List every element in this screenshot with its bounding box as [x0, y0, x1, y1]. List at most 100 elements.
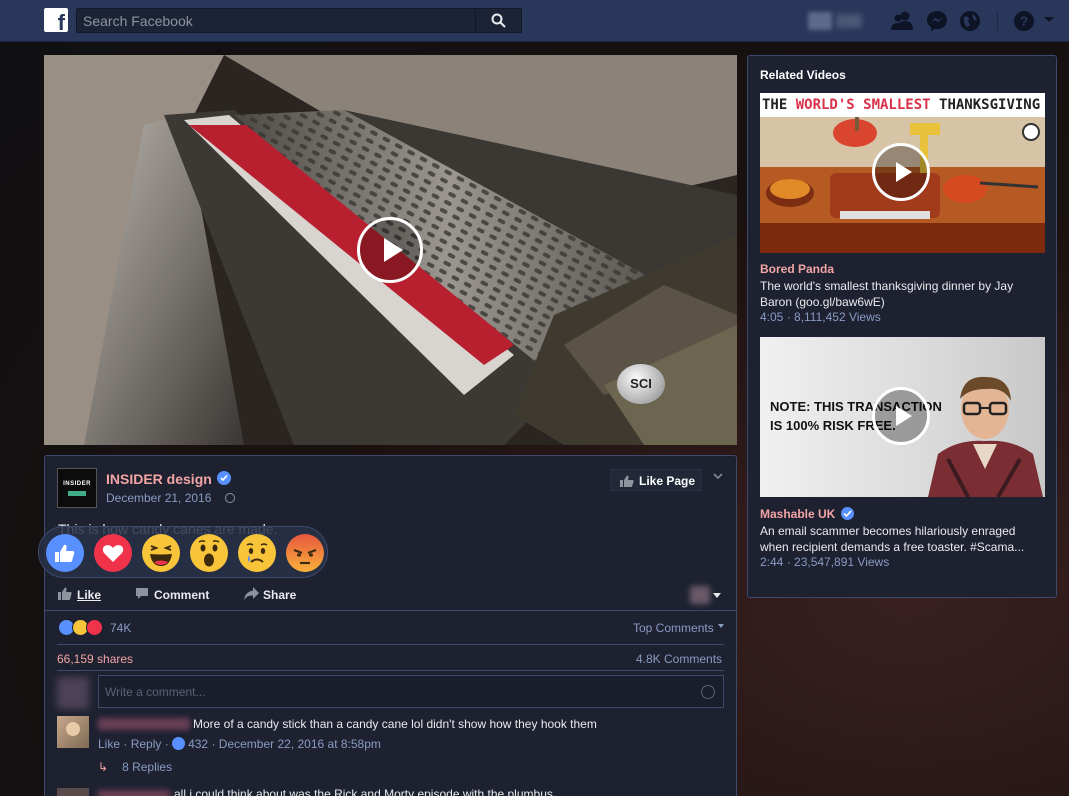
page-name-link[interactable]: INSIDER design [106, 471, 212, 487]
view-replies-link[interactable]: ↳ 8 Replies [98, 760, 172, 774]
help-icon: ? [1014, 11, 1034, 31]
avatar[interactable] [57, 788, 89, 796]
related-video-thumbnail[interactable]: NOTE: THIS TRANSACTION IS 100% RISK FREE… [760, 337, 1045, 497]
comment-like-count[interactable]: 432 [188, 737, 208, 751]
notifications-button[interactable] [959, 10, 981, 32]
play-icon [384, 238, 403, 262]
like-reaction-mini-icon [172, 737, 186, 750]
like-label: Like [77, 588, 102, 602]
avatar [808, 12, 832, 30]
dot-separator: · [164, 737, 173, 751]
replies-label: 8 Replies [122, 760, 173, 774]
post-options-chevron-icon[interactable] [713, 471, 723, 481]
reaction-angry-button[interactable] [285, 533, 325, 573]
share-icon [244, 587, 259, 600]
haha-reaction-icon [142, 534, 180, 572]
avatar [690, 586, 710, 604]
divider [997, 11, 998, 31]
top-comments-dropdown[interactable]: Top Comments [633, 621, 714, 635]
sad-reaction-icon [238, 534, 276, 572]
comments-count-link[interactable]: 4.8K Comments [636, 652, 722, 666]
thumbnail-title-banner: THE WORLD'S SMALLEST THANKSGIVING DINNER [760, 93, 1045, 117]
comment-composer [98, 675, 724, 708]
related-video-thumbnail[interactable]: THE WORLD'S SMALLEST THANKSGIVING DINNER [760, 93, 1045, 253]
video-description-link[interactable]: An email scammer becomes hilariously enr… [760, 523, 1045, 555]
messenger-icon [927, 11, 947, 31]
play-button[interactable] [357, 217, 423, 283]
avatar [57, 677, 89, 709]
dot-separator: · [211, 737, 219, 751]
related-videos-panel: Related Videos THE WORLD'S SMALLEST THAN… [747, 55, 1057, 598]
reactions-picker [38, 526, 328, 578]
reaction-wow-button[interactable] [189, 533, 229, 573]
reaction-love-button[interactable] [93, 533, 133, 573]
love-reaction-mini-icon [86, 619, 103, 636]
video-meta: 2:44 · 23,547,891 Views [760, 555, 890, 569]
angry-reaction-icon [286, 534, 324, 572]
post-timestamp-link[interactable]: December 21, 2016 [106, 491, 211, 505]
messages-button[interactable] [926, 10, 948, 32]
facebook-logo[interactable]: f [44, 8, 68, 32]
video-player[interactable]: SCI [44, 55, 737, 445]
search-bar [76, 8, 522, 33]
globe-icon [225, 493, 235, 503]
comment-reply-link[interactable]: Reply [131, 737, 162, 751]
video-source-link[interactable]: Bored Panda [760, 262, 834, 276]
profile-link[interactable] [808, 12, 862, 30]
search-icon [491, 13, 506, 28]
like-page-button[interactable]: Like Page [610, 469, 702, 491]
page-avatar[interactable]: INSIDER [57, 468, 97, 508]
globe-notifications-icon [960, 11, 980, 31]
commenter-name-blurred[interactable] [98, 790, 170, 796]
banner-text: THANKSGIVING DINNER [939, 97, 1045, 113]
account-menu-button[interactable] [1043, 16, 1065, 38]
video-source-link[interactable]: Mashable UK [760, 507, 835, 521]
thumbs-up-icon [58, 587, 72, 600]
owl-logo-icon [1022, 123, 1040, 141]
emoji-icon[interactable] [701, 685, 715, 699]
reply-arrow-icon: ↳ [98, 760, 109, 774]
video-description-link[interactable]: The world's smallest thanksgiving dinner… [760, 278, 1045, 310]
reaction-haha-button[interactable] [141, 533, 181, 573]
friends-icon [891, 11, 913, 30]
comment-label: Comment [154, 588, 210, 602]
post-actions-row: Like Comment Share [45, 582, 736, 610]
banner-text: THE [762, 97, 796, 113]
thumbs-up-icon [620, 475, 634, 487]
svg-text:?: ? [1020, 13, 1029, 29]
banner-text-highlight: WORLD'S SMALLEST [795, 97, 940, 113]
profile-name-blurred [836, 14, 862, 28]
reaction-count: 74K [110, 621, 132, 635]
commenter-name-blurred[interactable] [98, 718, 190, 730]
dot-separator: · [123, 737, 131, 751]
caret-down-icon [718, 624, 724, 628]
comment-timestamp[interactable]: December 22, 2016 at 8:58pm [219, 737, 381, 751]
play-icon [896, 162, 912, 182]
search-button[interactable] [475, 9, 521, 32]
play-button[interactable] [872, 387, 930, 445]
comment-meta: Like · Reply · 432 · December 22, 2016 a… [98, 737, 381, 751]
play-button[interactable] [872, 143, 930, 201]
comment-input[interactable] [99, 676, 689, 707]
panel-title: Related Videos [760, 68, 846, 82]
comment-text: all i could think about was the Rick and… [174, 787, 553, 796]
avatar[interactable] [57, 716, 89, 748]
comment-icon [136, 588, 148, 599]
play-icon [896, 406, 912, 426]
reaction-like-button[interactable] [45, 533, 85, 573]
friend-requests-button[interactable] [890, 10, 913, 32]
comment-text: More of a candy stick than a candy cane … [193, 717, 597, 731]
top-navigation-bar: f Search Facebook ? [0, 0, 1069, 42]
post-card: INSIDER INSIDER design December 21, 2016… [44, 455, 737, 796]
channel-watermark: SCI [617, 364, 665, 404]
reaction-sad-button[interactable] [237, 533, 277, 573]
help-button[interactable]: ? [1013, 10, 1035, 32]
wow-reaction-icon [190, 534, 228, 572]
search-input[interactable] [77, 9, 482, 32]
divider [57, 670, 724, 671]
like-reaction-icon [46, 534, 84, 572]
divider [45, 610, 736, 611]
actor-selector[interactable] [690, 586, 724, 604]
comment-like-link[interactable]: Like [98, 737, 120, 751]
shares-count-link[interactable]: 66,159 shares [57, 652, 133, 666]
